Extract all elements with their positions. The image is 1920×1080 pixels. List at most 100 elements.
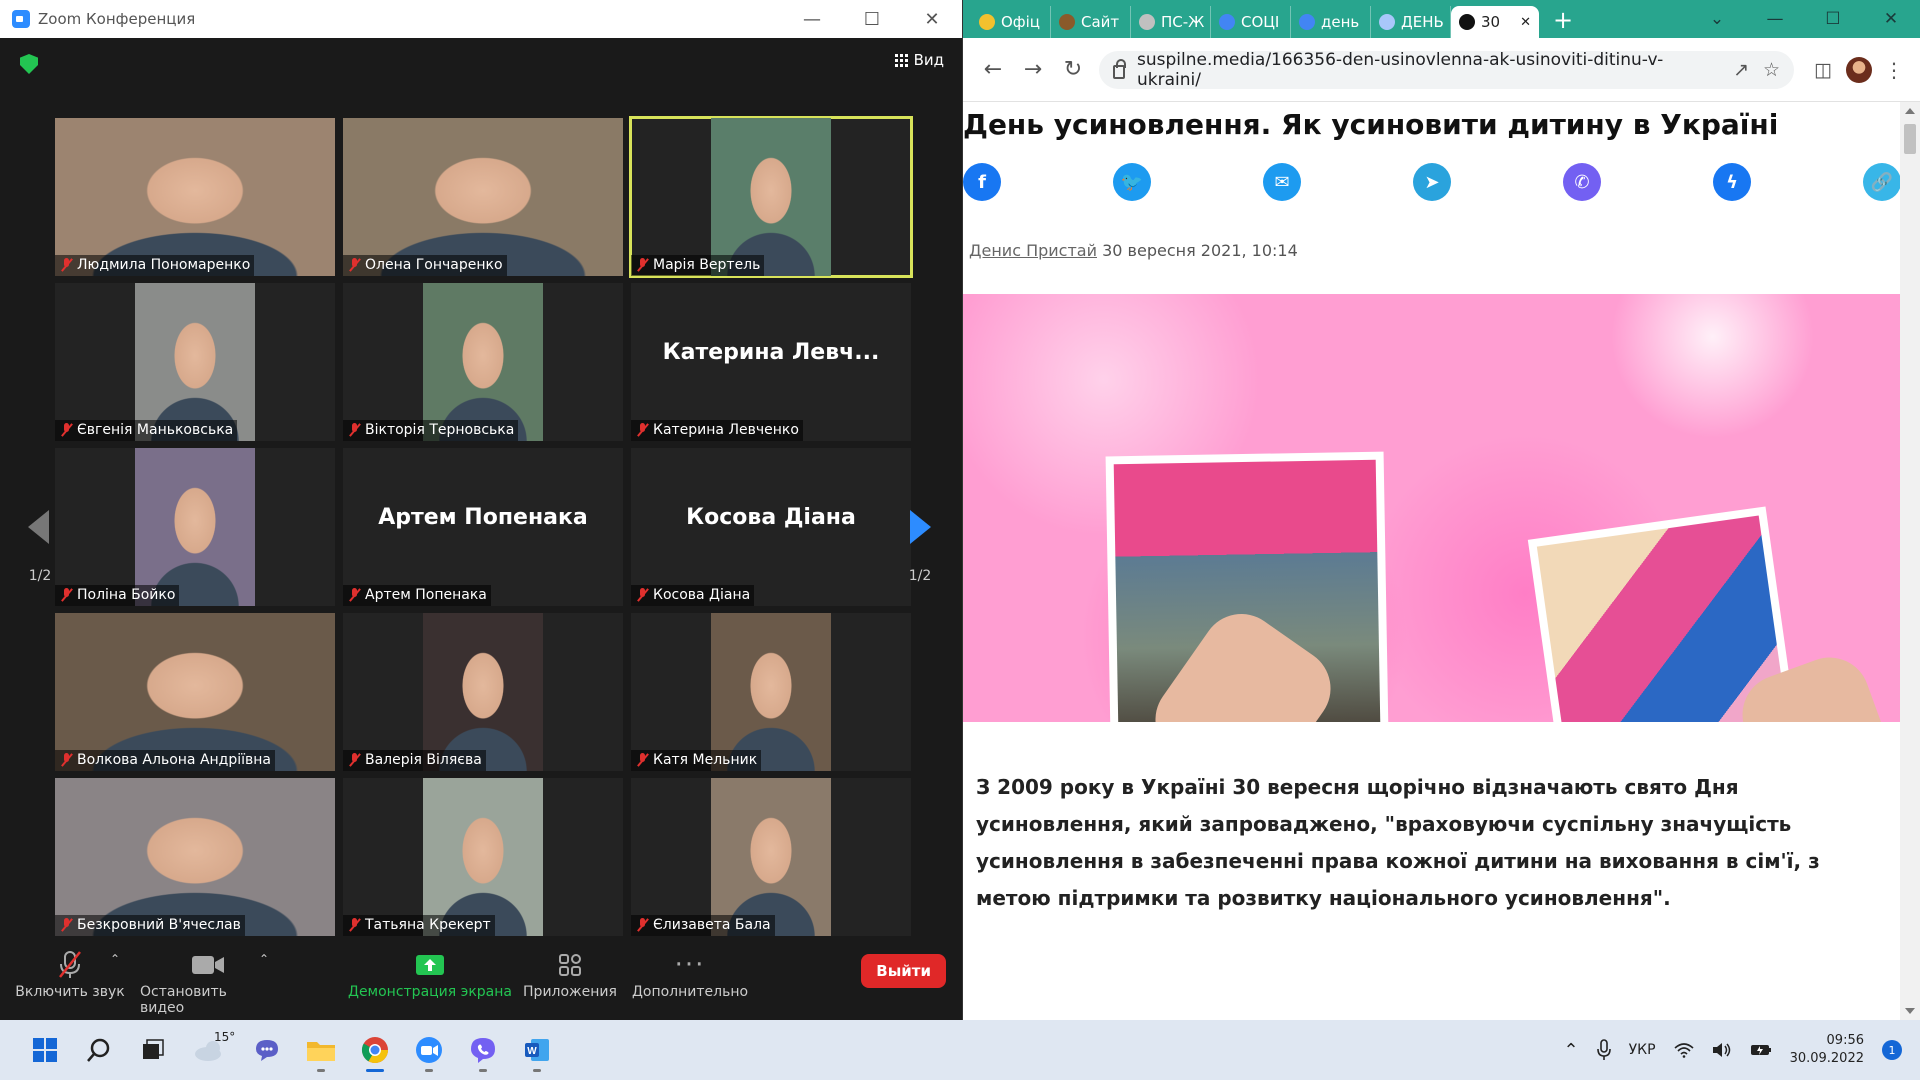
close-button[interactable]: ✕ [902, 0, 962, 38]
file-explorer-button[interactable] [294, 1026, 348, 1074]
audio-options-chevron-icon[interactable]: ⌃ [110, 952, 120, 966]
unmute-button[interactable]: Включить звук [0, 932, 140, 1000]
participant-name: Катя Мельник [653, 752, 758, 768]
participant-tile[interactable]: Косова Діана Косова Діана [631, 448, 911, 606]
author-link[interactable]: Денис Пристай [969, 241, 1097, 260]
wifi-icon[interactable] [1674, 1042, 1694, 1058]
start-button[interactable] [18, 1026, 72, 1074]
browser-maximize-button[interactable]: ☐ [1804, 0, 1862, 38]
reload-icon[interactable]: ↻ [1053, 57, 1093, 82]
maximize-button[interactable]: ☐ [842, 0, 902, 38]
browser-tab[interactable]: Сайт [1051, 6, 1131, 38]
zoom-top-bar: Вид [0, 38, 962, 83]
browser-minimize-button[interactable]: — [1746, 0, 1804, 38]
share-screen-button[interactable]: Демонстрация экрана [345, 932, 515, 1000]
zoom-window-title: Zoom Конференция [38, 10, 196, 28]
forward-arrow-icon[interactable]: → [1013, 57, 1053, 82]
stop-video-button[interactable]: Остановить видео [140, 932, 275, 1016]
participant-tile[interactable]: Вікторія Терновська [343, 283, 623, 441]
participant-name-label: Вікторія Терновська [343, 420, 519, 441]
facebook-icon[interactable]: f [963, 163, 1001, 201]
link-icon[interactable]: 🔗 [1863, 163, 1900, 201]
view-button[interactable]: Вид [894, 51, 944, 69]
twitter-icon[interactable]: 🐦 [1113, 163, 1151, 201]
browser-tab[interactable]: Офіц [971, 6, 1051, 38]
participant-tile[interactable]: Артем Попенака Артем Попенака [343, 448, 623, 606]
profile-avatar[interactable] [1846, 56, 1872, 83]
encryption-shield-icon[interactable] [20, 54, 38, 74]
minimize-button[interactable]: — [782, 0, 842, 38]
article-title: День усиновлення. Як усиновити дитину в … [963, 108, 1779, 141]
scroll-up-icon[interactable] [1905, 108, 1915, 114]
word-taskbar-button[interactable]: W [510, 1026, 564, 1074]
search-button[interactable] [72, 1026, 126, 1074]
task-view-button[interactable] [126, 1026, 180, 1074]
share-screen-button-label: Демонстрация экрана [348, 984, 512, 1000]
address-url[interactable]: suspilne.media/166356-den-usinovlenna-ak… [1137, 50, 1719, 90]
share-page-icon[interactable]: ↗ [1733, 59, 1749, 81]
apps-button[interactable]: Приложения [515, 932, 625, 1000]
participant-video [55, 613, 335, 771]
browser-tab[interactable]: 30 ✕ [1451, 6, 1539, 38]
viber-taskbar-button[interactable] [456, 1026, 510, 1074]
weather-widget[interactable]: 15° [180, 1026, 240, 1074]
participant-tile[interactable]: Безкровний В'ячеслав [55, 778, 335, 936]
page-scrollbar[interactable] [1900, 102, 1920, 1020]
participant-tile[interactable]: Марія Вертель [629, 116, 913, 278]
leave-meeting-button[interactable]: Выйти [861, 954, 946, 988]
browser-tab[interactable]: СОЦІ [1211, 6, 1291, 38]
next-page-button[interactable]: 1/2 [898, 476, 942, 586]
tab-title: Сайт [1081, 13, 1120, 31]
participant-tile[interactable]: Поліна Бойко [55, 448, 335, 606]
participant-tile[interactable]: Євгенія Маньковська [55, 283, 335, 441]
share-bar: f 🐦 ✉ ➤ ✆ ϟ 🔗 [963, 163, 1900, 201]
viber-icon[interactable]: ✆ [1563, 163, 1601, 201]
battery-charging-icon[interactable] [1750, 1043, 1772, 1057]
close-tab-icon[interactable]: ✕ [1520, 15, 1531, 30]
telegram-icon[interactable]: ➤ [1413, 163, 1451, 201]
new-tab-button[interactable]: + [1539, 6, 1587, 38]
taskbar-clock[interactable]: 09:56 30.09.2022 [1790, 1032, 1864, 1068]
browser-tab[interactable]: ДЕНЬ [1371, 6, 1451, 38]
browser-close-button[interactable]: ✕ [1862, 0, 1920, 38]
page-indicator-right: 1/2 [908, 568, 932, 584]
lock-icon[interactable] [1113, 58, 1126, 79]
participant-tile[interactable]: Татьяна Крекерт [343, 778, 623, 936]
messenger-icon[interactable]: ϟ [1713, 163, 1751, 201]
tab-favicon-icon [1299, 14, 1315, 30]
chat-app-button[interactable] [240, 1026, 294, 1074]
back-arrow-icon[interactable]: ← [973, 57, 1013, 82]
participant-tile[interactable]: Людмила Пономаренко [55, 118, 335, 276]
task-view-icon [143, 1039, 164, 1059]
notification-badge[interactable]: 1 [1882, 1040, 1902, 1060]
participant-tile[interactable]: Волкова Альона Андріївна [55, 613, 335, 771]
participant-tile[interactable]: Валерія Віляєва [343, 613, 623, 771]
input-language[interactable]: УКР [1629, 1042, 1656, 1058]
participant-tile[interactable]: Олена Гончаренко [343, 118, 623, 276]
scrollbar-thumb[interactable] [1904, 124, 1916, 154]
stop-video-button-label: Остановить видео [140, 984, 227, 1016]
address-bar[interactable]: suspilne.media/166356-den-usinovlenna-ak… [1099, 50, 1795, 90]
participant-tile[interactable]: Катерина Левч... Катерина Левченко [631, 283, 911, 441]
volume-icon[interactable] [1712, 1042, 1732, 1058]
tab-search-chevron-icon[interactable]: ⌄ [1688, 0, 1746, 38]
zoom-taskbar-button[interactable] [402, 1026, 456, 1074]
browser-tab[interactable]: ПС-Ж [1131, 6, 1211, 38]
side-panel-icon[interactable]: ◫ [1814, 59, 1832, 81]
word-icon: W [525, 1039, 549, 1061]
scroll-down-icon[interactable] [1905, 1008, 1915, 1014]
email-icon[interactable]: ✉ [1263, 163, 1301, 201]
microphone-icon[interactable] [1596, 1039, 1611, 1061]
participant-tile[interactable]: Єлизавета Бала [631, 778, 911, 936]
apps-icon [559, 954, 581, 976]
video-options-chevron-icon[interactable]: ⌃ [259, 952, 269, 966]
microphone-muted-icon [59, 951, 81, 978]
browser-menu-icon[interactable]: ⋮ [1884, 58, 1904, 82]
participant-tile[interactable]: Катя Мельник [631, 613, 911, 771]
browser-tab[interactable]: день [1291, 6, 1371, 38]
more-button[interactable]: ··· Дополнительно [625, 932, 755, 1000]
microphone-muted-icon [637, 588, 649, 602]
chrome-button[interactable] [348, 1026, 402, 1074]
bookmark-star-icon[interactable]: ☆ [1763, 59, 1780, 81]
show-hidden-icons-chevron-icon[interactable]: ⌃ [1564, 1040, 1579, 1061]
